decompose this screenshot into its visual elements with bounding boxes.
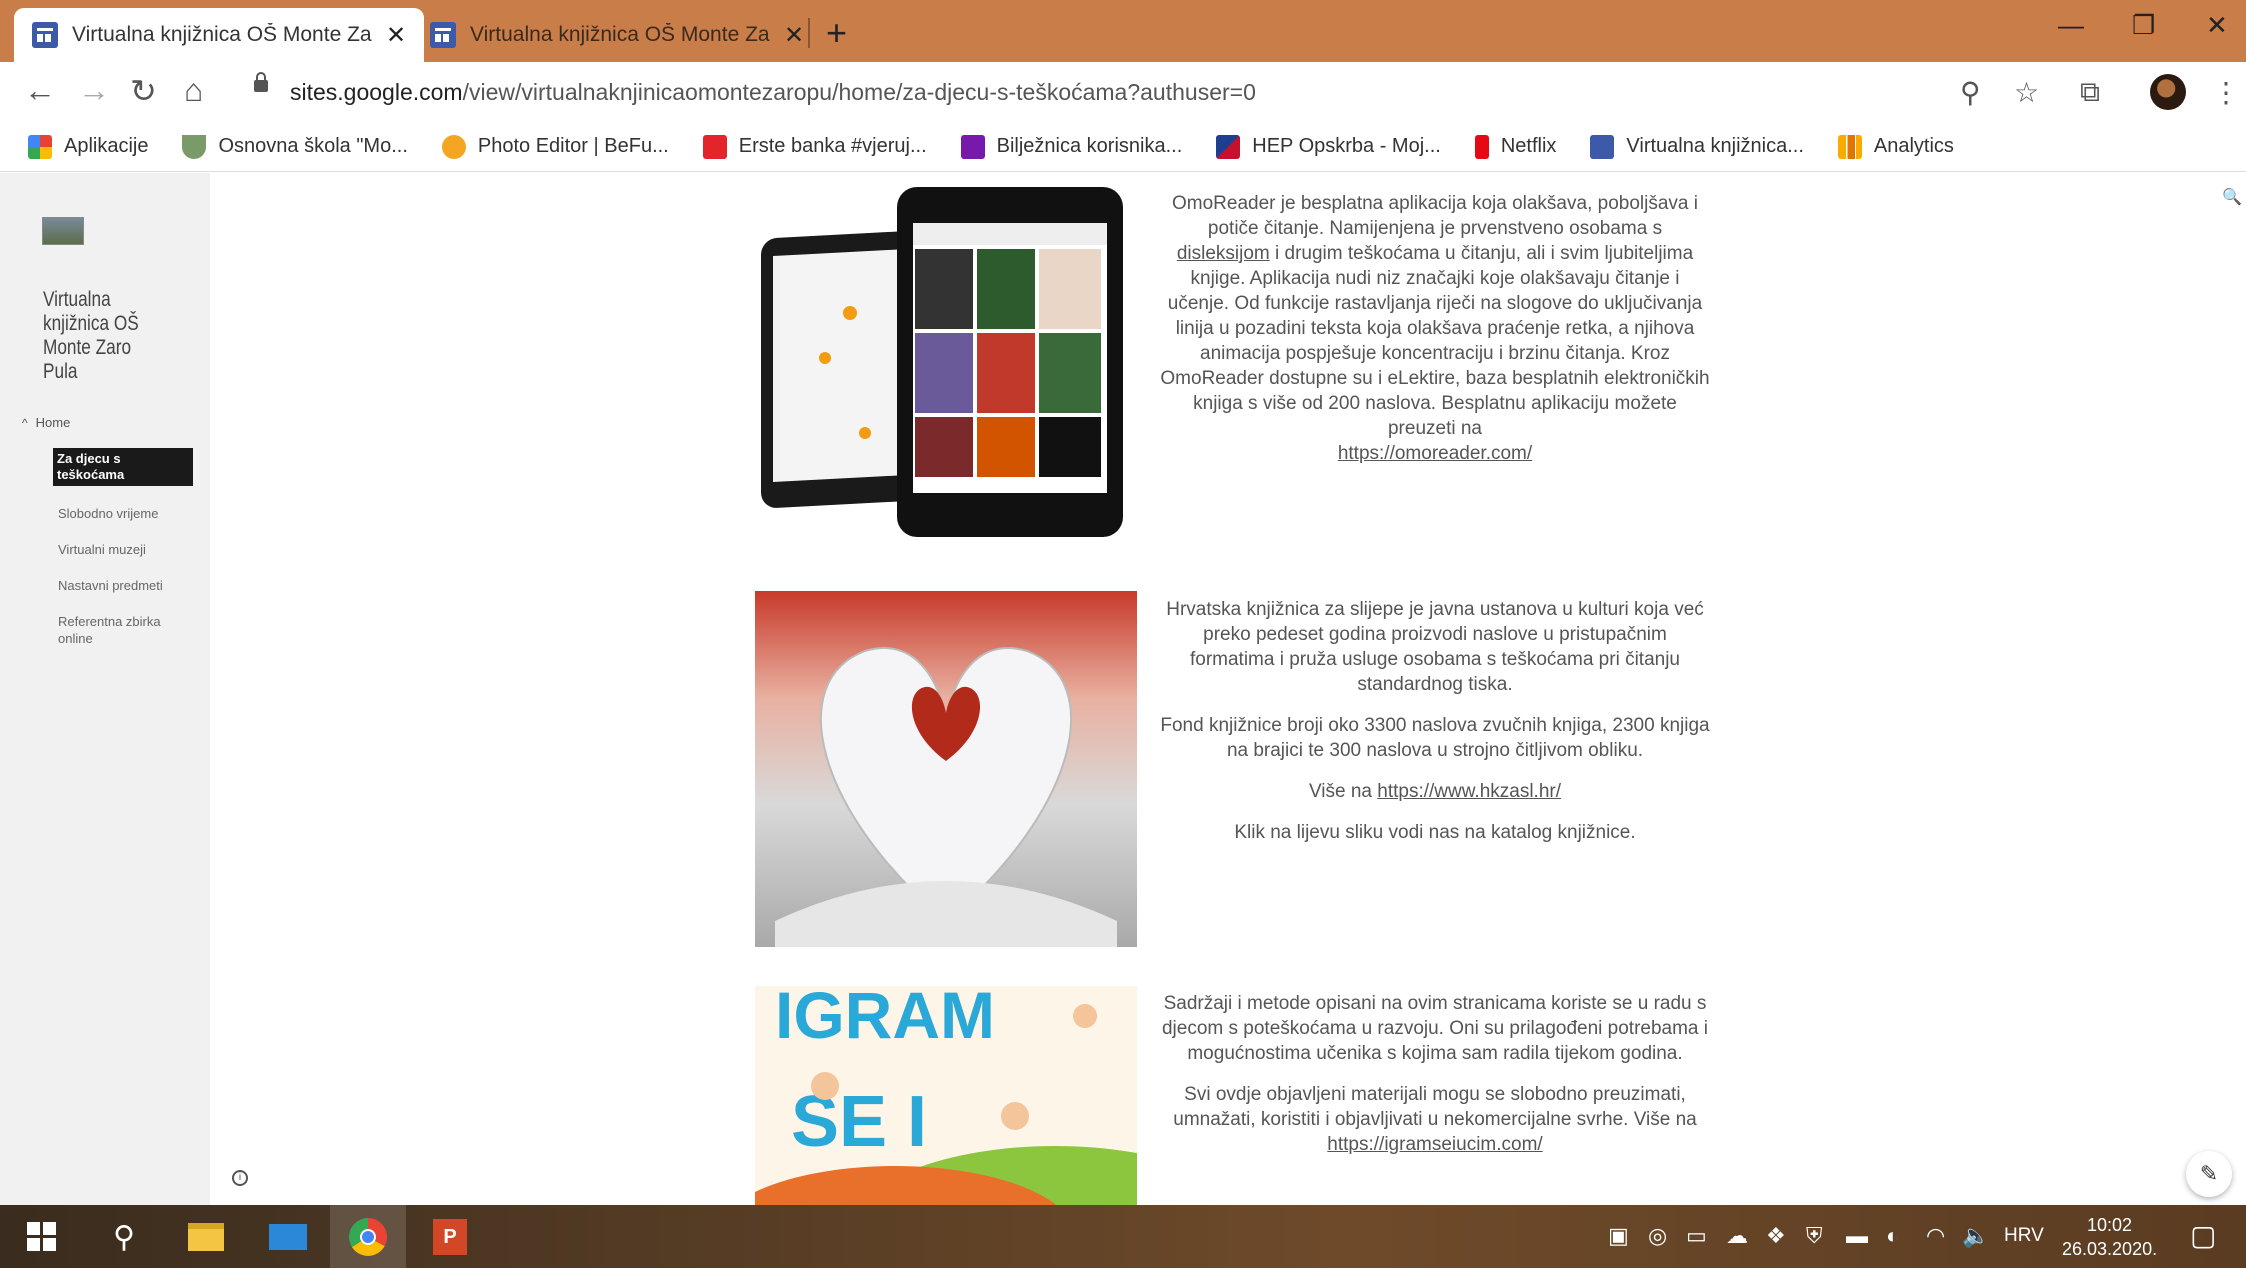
minimize-icon[interactable]: — (2058, 10, 2084, 41)
onedrive-icon[interactable]: ☁ (1726, 1223, 1748, 1249)
apps-grid-icon (28, 134, 52, 159)
tab-inactive[interactable]: Virtualna knjižnica OŠ Monte Zaro ✕ (412, 8, 822, 62)
google-sites-icon (430, 22, 456, 48)
google-sites-icon (32, 22, 58, 48)
lock-icon (254, 72, 268, 92)
chrome-icon[interactable] (330, 1205, 406, 1268)
avatar[interactable] (2150, 74, 2186, 110)
close-icon[interactable]: ✕ (784, 21, 804, 50)
home-icon[interactable]: ⌂ (184, 72, 203, 109)
url-text[interactable]: sites.google.com/view/virtualnaknjinicao… (290, 79, 1256, 106)
address-bar[interactable]: sites.google.com/view/virtualnaknjinicao… (238, 68, 2050, 116)
powerpoint-icon[interactable]: P (428, 1215, 472, 1259)
nav-item[interactable]: Referentna zbirka online (58, 613, 188, 647)
nav-item[interactable]: Slobodno vrijeme (58, 505, 188, 522)
netflix-icon (1474, 134, 1489, 159)
search-icon[interactable]: ⚲ (102, 1215, 146, 1259)
new-tab-icon[interactable]: + (826, 12, 847, 54)
onenote-icon (960, 134, 985, 159)
tray-app-icon[interactable]: ▣ (1608, 1223, 1629, 1249)
bookmark-item[interactable]: Netflix (1474, 134, 1556, 159)
hep-icon (1216, 134, 1241, 159)
hkzasl-p1: Hrvatska knjižnica za slijepe je javna u… (1166, 599, 1704, 695)
mail-icon[interactable] (266, 1215, 310, 1259)
nav-item-active[interactable]: Za djecu s teškoćama (53, 448, 193, 486)
zoom-icon[interactable]: ⚲ (1960, 76, 1981, 109)
hkzasl-p2: Fond knjižnice broji oko 3300 naslova zv… (1160, 715, 1710, 761)
shield-icon (182, 134, 207, 159)
dyslexia-link[interactable]: disleksijom (1177, 243, 1270, 264)
tab-separator (808, 18, 810, 48)
google-sites-icon (1590, 134, 1615, 159)
battery-icon[interactable]: ▭ (1686, 1223, 1707, 1249)
bookmark-item[interactable]: Analytics (1837, 134, 1954, 159)
igram-link[interactable]: https://igramseiucim.com/ (1327, 1134, 1542, 1155)
igram-text: Sadržaji i metode opisani na ovim strani… (1161, 993, 1708, 1155)
star-icon[interactable]: ☆ (2014, 76, 2039, 109)
edit-pencil-icon[interactable]: ✎ (2186, 1151, 2232, 1197)
display-icon[interactable]: ▬ (1846, 1223, 1868, 1249)
page-content: Virtualna knjižnica OŠ Monte Zaro Pula ^… (0, 173, 2246, 1205)
dropbox-icon[interactable]: ❖ (1766, 1223, 1786, 1249)
bookmark-item[interactable]: Erste banka #vjeruj... (702, 134, 927, 159)
back-icon[interactable]: ← (24, 72, 56, 109)
restore-icon[interactable]: ❐ (2132, 10, 2155, 41)
igram-p1: Sadržaji i metode opisani na ovim strani… (1161, 993, 1708, 1064)
site-sidebar: Virtualna knjižnica OŠ Monte Zaro Pula ^… (0, 173, 210, 1205)
bookmark-item[interactable]: Osnovna škola "Mo... (182, 134, 408, 159)
chevron-up-icon[interactable]: ^ (22, 416, 28, 430)
bookmark-item[interactable]: Photo Editor | BeFu... (441, 134, 669, 159)
windows-start-icon[interactable] (20, 1215, 64, 1259)
taskbar-clock[interactable]: 10:02 26.03.2020. (2062, 1213, 2157, 1261)
hkzasl-p4: Klik na lijevu sliku vodi nas na katalog… (1234, 822, 1636, 843)
file-explorer-icon[interactable] (184, 1215, 228, 1259)
language-indicator[interactable]: HRV (2004, 1225, 2044, 1247)
volume-icon[interactable]: 🔈 (1962, 1223, 1989, 1249)
bookmarks-bar: Aplikacije Osnovna škola "Mo... Photo Ed… (0, 122, 2246, 172)
browser-toolbar: ← → ↻ ⌂ sites.google.com/view/virtualnak… (0, 62, 2246, 122)
befunky-icon (441, 134, 466, 159)
bookmark-item[interactable]: HEP Opskrba - Moj... (1216, 134, 1441, 159)
tab-title: Virtualna knjižnica OŠ Monte Zaro (470, 23, 770, 46)
reload-icon[interactable]: ↻ (130, 72, 157, 110)
site-title[interactable]: Virtualna knjižnica OŠ Monte Zaro Pula (43, 288, 166, 384)
forward-icon[interactable]: → (78, 72, 110, 109)
hkzasl-text: Hrvatska knjižnica za slijepe je javna u… (1160, 599, 1710, 843)
tab-active[interactable]: Virtualna knjižnica OŠ Monte Zaro ✕ (14, 8, 425, 62)
info-icon[interactable]: i (232, 1170, 248, 1186)
banner-bottom-text: SE I (791, 1082, 927, 1162)
tablet-image[interactable] (755, 183, 1135, 543)
nav-item[interactable]: Virtualni muzeji (58, 541, 188, 558)
nav-home[interactable]: ^ Home (22, 415, 70, 430)
nav-item[interactable]: Nastavni predmeti (58, 577, 188, 594)
omoreader-text: OmoReader je besplatna aplikacija koja o… (1160, 193, 1710, 464)
menu-icon[interactable]: ⋮ (2212, 76, 2240, 109)
wifi-icon[interactable]: ◠ (1926, 1223, 1945, 1249)
bookmark-item[interactable]: Bilježnica korisnika... (960, 134, 1182, 159)
windows-taskbar: ⚲ P ▣ ◎ ▭ ☁ ❖ ⛨ ▬ ◐ ◠ 🔈 HRV 10:02 26.03.… (0, 1205, 2246, 1268)
igram-se-image[interactable]: IGRAM SE I (755, 986, 1137, 1205)
hkzasl-link[interactable]: https://www.hkzasl.hr/ (1377, 781, 1561, 802)
notifications-icon[interactable]: ▢ (2190, 1219, 2216, 1252)
window-close-icon[interactable]: ✕ (2206, 10, 2228, 41)
security-icon[interactable]: ⛨ (1806, 1223, 1823, 1249)
tray-app-icon[interactable]: ◎ (1648, 1223, 1667, 1249)
extension-icon[interactable]: ⧉ (2080, 76, 2100, 109)
search-icon[interactable]: 🔍 (2222, 187, 2242, 207)
erste-icon (702, 134, 727, 159)
bookmark-item[interactable]: Virtualna knjižnica... (1590, 134, 1804, 159)
analytics-icon (1837, 134, 1862, 159)
omoreader-link[interactable]: https://omoreader.com/ (1338, 443, 1532, 464)
browser-tab-strip: Virtualna knjižnica OŠ Monte Zaro ✕ Virt… (0, 0, 2246, 62)
tray-app-icon[interactable]: ◐ (1886, 1223, 1899, 1249)
close-icon[interactable]: ✕ (386, 21, 406, 50)
tab-title: Virtualna knjižnica OŠ Monte Zaro (72, 23, 372, 46)
heart-book-image[interactable] (755, 591, 1137, 947)
bookmark-apps[interactable]: Aplikacije (28, 134, 148, 159)
site-logo[interactable] (42, 217, 84, 245)
banner-top-text: IGRAM (775, 986, 995, 1052)
